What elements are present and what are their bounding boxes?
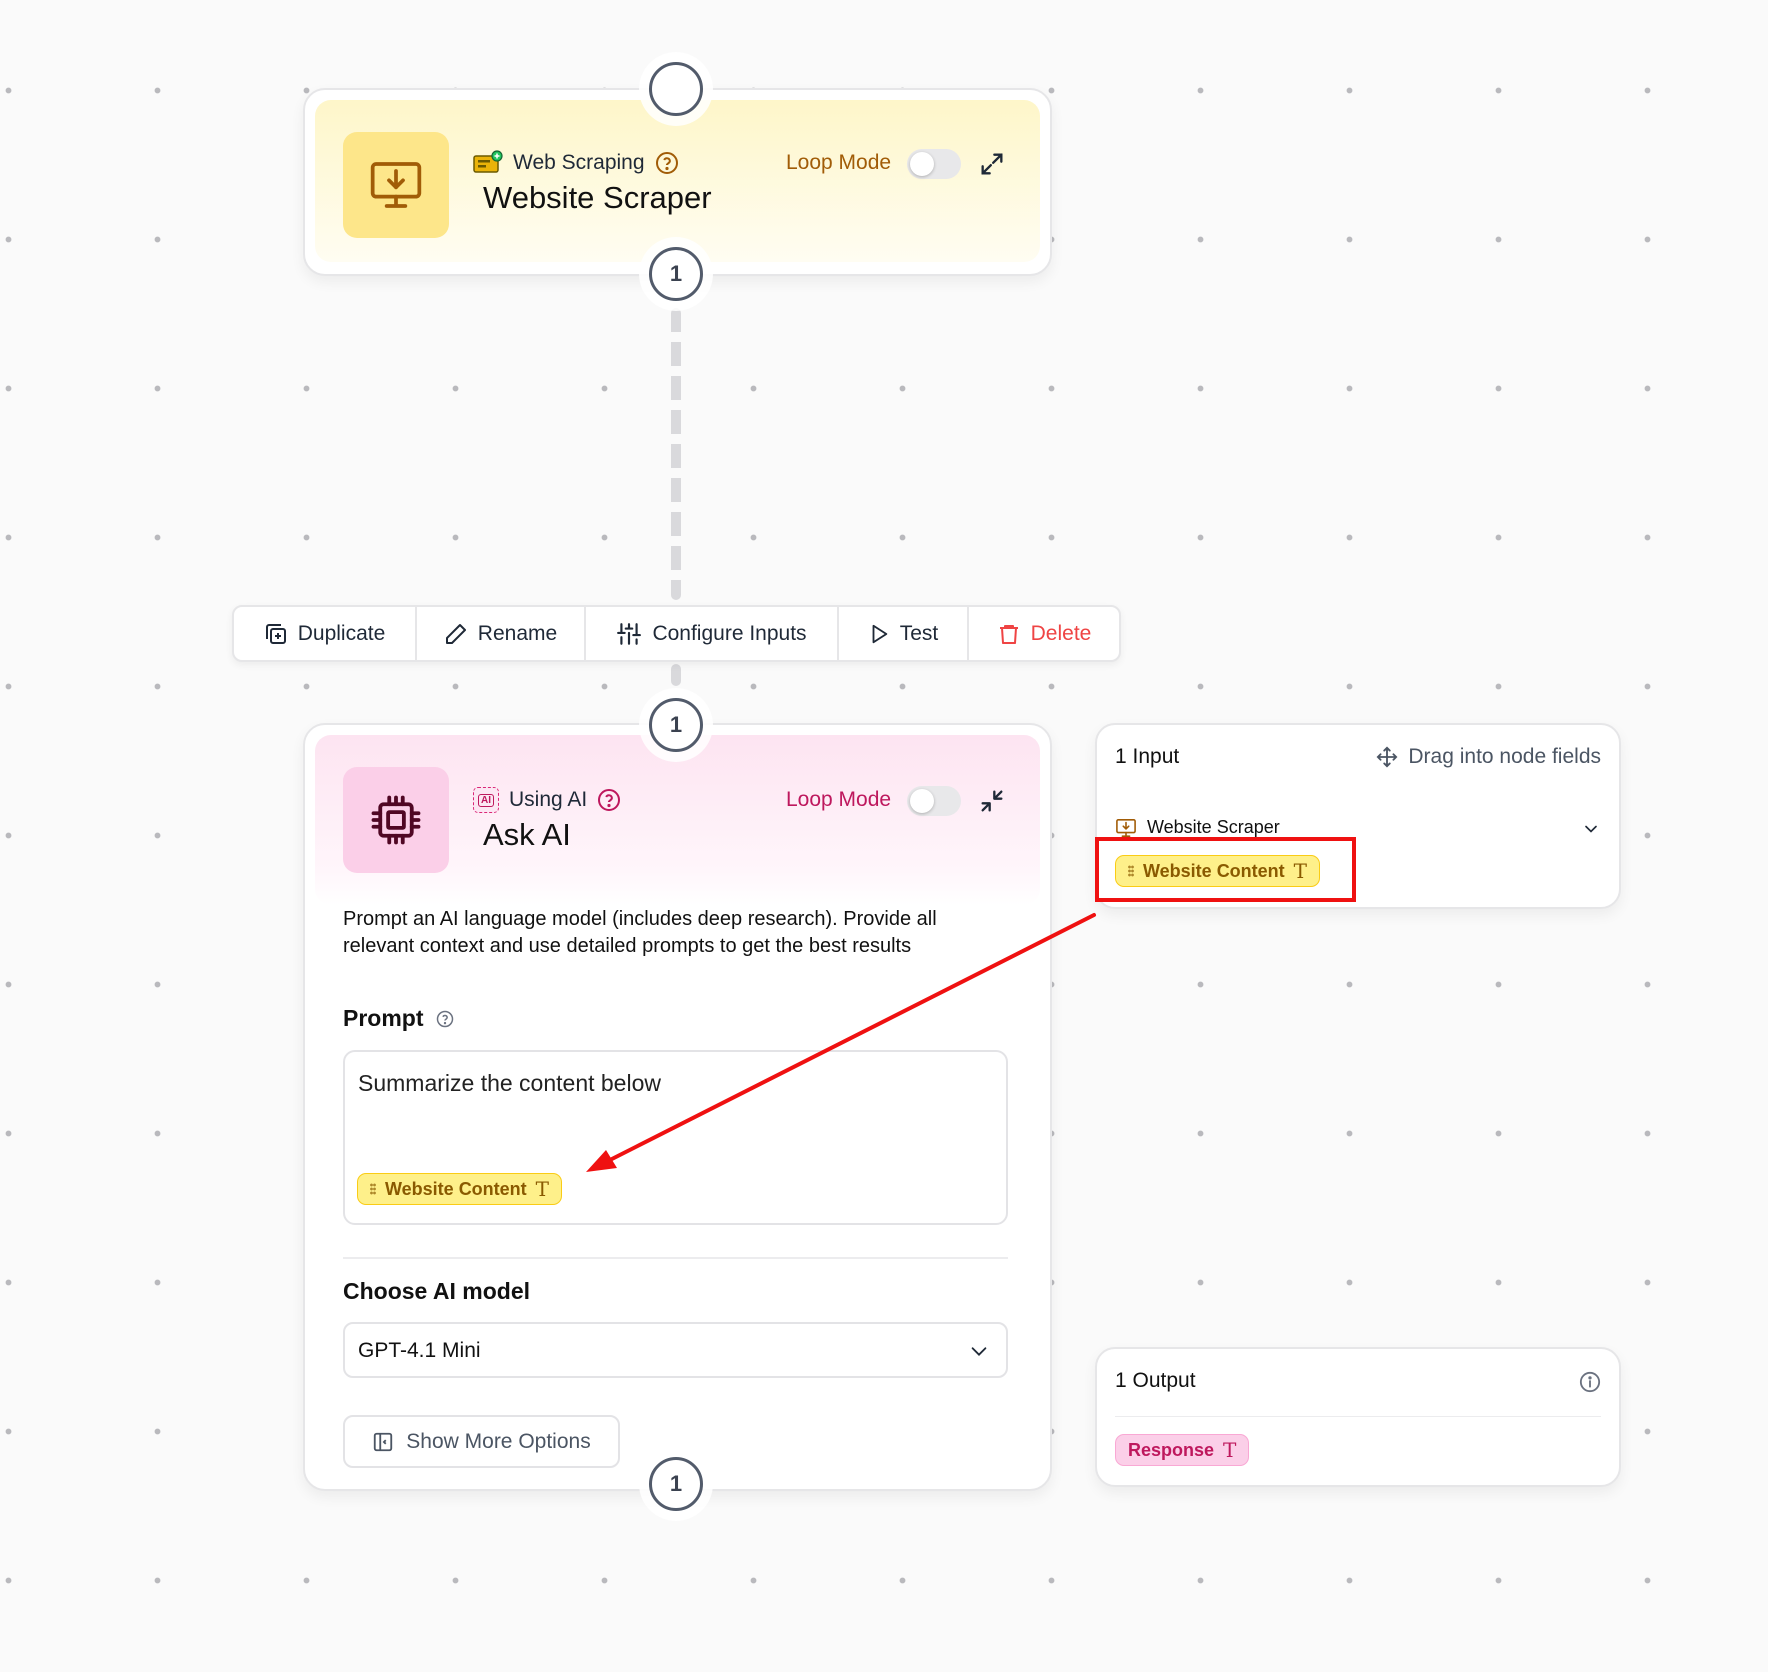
delete-button[interactable]: Delete — [969, 607, 1119, 660]
help-icon[interactable] — [655, 151, 679, 175]
drag-hint: Drag into node fields — [1376, 745, 1601, 769]
inputs-title: 1 Input — [1115, 745, 1180, 768]
chip-label: Response — [1128, 1439, 1215, 1460]
prompt-editor[interactable]: Summarize the content below Website Cont… — [343, 1050, 1008, 1225]
outputs-panel: 1 Output Response T — [1095, 1347, 1621, 1487]
loop-mode-toggle[interactable] — [907, 786, 961, 816]
panel-left-icon — [374, 1432, 393, 1451]
download-monitor-icon — [370, 162, 422, 208]
prompt-variable-chip[interactable]: Website Content T — [357, 1173, 563, 1205]
loop-mode-label: Loop Mode — [786, 788, 892, 811]
chip-label: Website Content — [385, 1178, 527, 1199]
duplicate-icon — [265, 623, 286, 644]
cpu-icon — [371, 795, 421, 845]
output-port[interactable]: 1 — [649, 1457, 703, 1511]
selected-model: GPT-4.1 Mini — [358, 1339, 481, 1362]
delete-label: Delete — [1030, 621, 1092, 645]
play-icon — [872, 624, 887, 643]
node-category: Web Scraping — [473, 150, 679, 176]
configure-inputs-button[interactable]: Configure Inputs — [586, 607, 839, 660]
text-type-icon: T — [535, 1177, 550, 1201]
node-icon-container — [343, 767, 449, 873]
show-more-options-button[interactable]: Show More Options — [343, 1415, 620, 1468]
node-category: AI Using AI — [473, 787, 621, 813]
output-variable-chip[interactable]: Response T — [1115, 1434, 1250, 1466]
text-type-icon: T — [1223, 1438, 1237, 1462]
configure-icon — [617, 622, 642, 645]
loop-mode-toggle[interactable] — [907, 149, 961, 179]
configure-inputs-label: Configure Inputs — [652, 621, 807, 645]
input-port[interactable] — [649, 62, 703, 116]
drag-hint-label: Drag into node fields — [1408, 745, 1601, 768]
info-icon[interactable] — [1579, 1371, 1601, 1393]
ai-badge-label: AI — [478, 793, 494, 807]
collapse-icon[interactable] — [978, 787, 1006, 815]
node-toolbar: Duplicate Rename Configure Inputs Test D… — [232, 605, 1121, 662]
panel-divider — [1115, 1416, 1601, 1417]
download-monitor-icon — [1116, 818, 1136, 837]
input-source-label: Website Scraper — [1147, 817, 1280, 837]
test-label: Test — [899, 621, 939, 645]
chevron-down-icon — [971, 1347, 987, 1356]
expand-icon[interactable] — [978, 150, 1006, 178]
rename-label: Rename — [477, 621, 558, 645]
node-icon-container — [343, 132, 449, 238]
prompt-label: Prompt — [343, 1005, 424, 1031]
ai-model-select[interactable]: GPT-4.1 Mini — [343, 1322, 1008, 1378]
input-source-row[interactable]: Website Scraper — [1115, 817, 1280, 838]
web-scraping-icon — [473, 150, 503, 173]
node-title[interactable]: Website Scraper — [483, 180, 712, 216]
move-icon — [1376, 746, 1398, 768]
annotation-highlight-box — [1095, 837, 1356, 902]
category-label: Web Scraping — [513, 151, 645, 174]
section-divider — [343, 1257, 1008, 1259]
outputs-title: 1 Output — [1115, 1369, 1196, 1392]
input-port[interactable]: 1 — [649, 698, 703, 752]
connector-line — [671, 308, 681, 600]
prompt-label-row: Prompt — [343, 1005, 454, 1032]
test-button[interactable]: Test — [839, 607, 969, 660]
node-title[interactable]: Ask AI — [483, 817, 571, 853]
loop-mode-label: Loop Mode — [786, 151, 892, 174]
trash-icon — [999, 624, 1018, 644]
duplicate-button[interactable]: Duplicate — [234, 607, 417, 660]
ask-ai-node[interactable]: AI Using AI Ask AI Loop Mode Prompt an A… — [303, 723, 1052, 1491]
output-port[interactable]: 1 — [649, 247, 703, 301]
chevron-down-icon[interactable] — [1581, 819, 1601, 839]
node-description: Prompt an AI language model (includes de… — [343, 908, 937, 957]
rename-button[interactable]: Rename — [417, 607, 586, 660]
model-label: Choose AI model — [343, 1278, 530, 1304]
help-icon[interactable] — [597, 788, 621, 812]
ai-badge-icon: AI — [473, 787, 499, 813]
pencil-icon — [445, 623, 466, 644]
duplicate-label: Duplicate — [297, 621, 386, 645]
show-more-options-label: Show More Options — [406, 1429, 591, 1453]
category-label: Using AI — [509, 788, 588, 811]
drag-handle-icon[interactable] — [370, 1183, 376, 1195]
help-icon[interactable] — [436, 1010, 454, 1028]
connector-line-lower — [671, 664, 681, 686]
prompt-text[interactable]: Summarize the content below — [358, 1070, 661, 1097]
